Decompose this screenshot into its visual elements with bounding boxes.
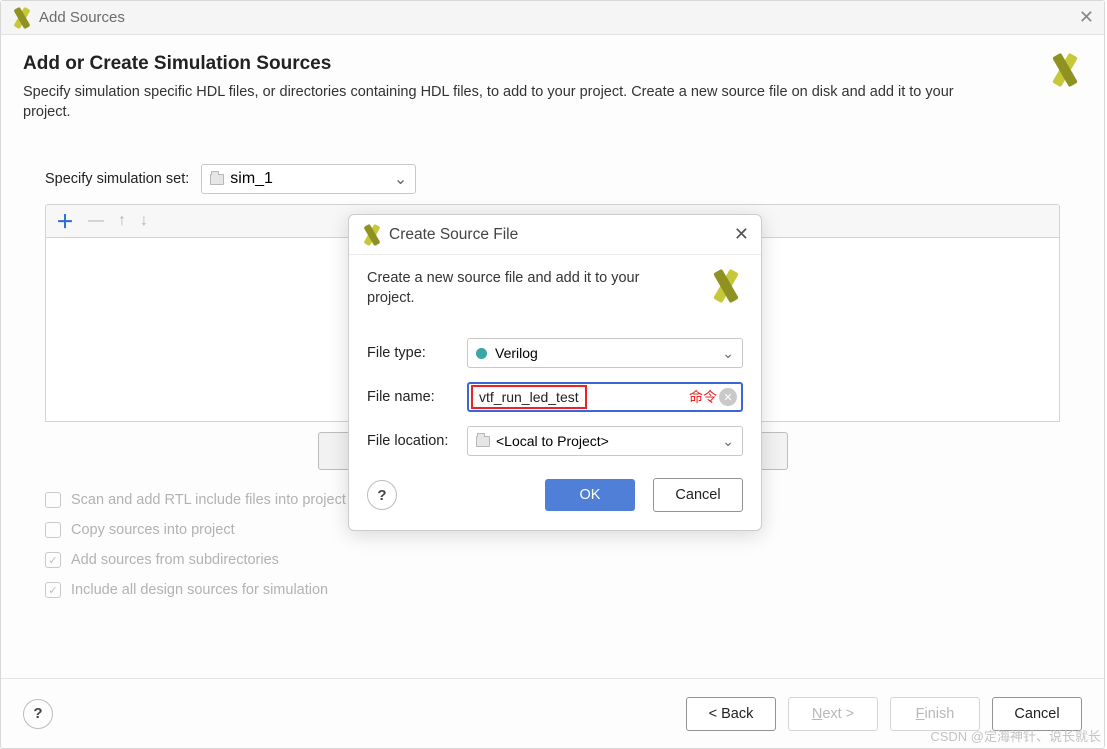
file-type-select[interactable]: Verilog ⌄ — [467, 338, 743, 368]
chevron-down-icon: ⌄ — [394, 169, 407, 189]
file-location-label: File location: — [367, 433, 467, 449]
help-button[interactable]: ? — [23, 699, 53, 729]
dialog-description: Create a new source file and add it to y… — [367, 269, 657, 308]
app-logo-icon — [11, 7, 33, 29]
folder-icon — [210, 174, 224, 185]
file-name-input[interactable]: vtf_run_led_test 命令 ✕ — [467, 382, 743, 412]
page-heading: Add or Create Simulation Sources — [23, 53, 993, 75]
dialog-cancel-button[interactable]: Cancel — [653, 478, 743, 512]
next-button: Next > — [788, 697, 878, 731]
chevron-down-icon: ⌄ — [722, 433, 734, 450]
add-subdirs-checkbox[interactable]: ✓ Add sources from subdirectories — [45, 552, 1082, 568]
page-description: Specify simulation specific HDL files, o… — [23, 83, 993, 122]
checkbox-checked-icon: ✓ — [45, 582, 61, 598]
window-close-button[interactable]: ✕ — [1079, 7, 1094, 28]
verilog-icon — [476, 348, 487, 359]
remove-icon[interactable]: — — [88, 212, 104, 230]
back-button[interactable]: < Back — [686, 697, 776, 731]
file-name-label: File name: — [367, 389, 467, 405]
dialog-close-button[interactable]: ✕ — [734, 224, 749, 245]
file-type-value: Verilog — [495, 345, 538, 361]
file-name-value: vtf_run_led_test — [471, 385, 587, 409]
file-location-select[interactable]: <Local to Project> ⌄ — [467, 426, 743, 456]
checkbox-icon — [45, 522, 61, 538]
create-source-dialog: Create Source File ✕ Create a new source… — [348, 214, 762, 531]
clear-input-icon[interactable]: ✕ — [719, 388, 737, 406]
folder-icon — [476, 436, 490, 447]
dialog-help-button[interactable]: ? — [367, 480, 397, 510]
checkbox-icon — [45, 492, 61, 508]
sim-set-value: sim_1 — [230, 170, 273, 188]
file-location-value: <Local to Project> — [496, 433, 609, 449]
brand-logo-icon — [709, 269, 743, 303]
chevron-down-icon: ⌄ — [722, 345, 734, 362]
sim-set-select[interactable]: sim_1 ⌄ — [201, 164, 416, 194]
move-down-icon[interactable]: ↓ — [140, 212, 148, 230]
move-up-icon[interactable]: ↑ — [118, 212, 126, 230]
include-all-checkbox[interactable]: ✓ Include all design sources for simulat… — [45, 582, 1082, 598]
checkbox-checked-icon: ✓ — [45, 552, 61, 568]
brand-logo-icon — [1048, 53, 1082, 87]
ok-button[interactable]: OK — [545, 479, 635, 511]
window-title: Add Sources — [39, 9, 125, 26]
watermark: CSDN @定海神针、说长就长 — [930, 726, 1101, 745]
file-type-label: File type: — [367, 345, 467, 361]
dialog-titlebar: Create Source File ✕ — [349, 215, 761, 255]
app-logo-icon — [361, 224, 383, 246]
sim-set-label: Specify simulation set: — [45, 171, 189, 187]
add-icon[interactable]: ＋ — [56, 208, 74, 234]
titlebar: Add Sources ✕ — [1, 1, 1104, 35]
annotation-label: 命令 — [689, 387, 717, 407]
dialog-title: Create Source File — [389, 226, 518, 244]
